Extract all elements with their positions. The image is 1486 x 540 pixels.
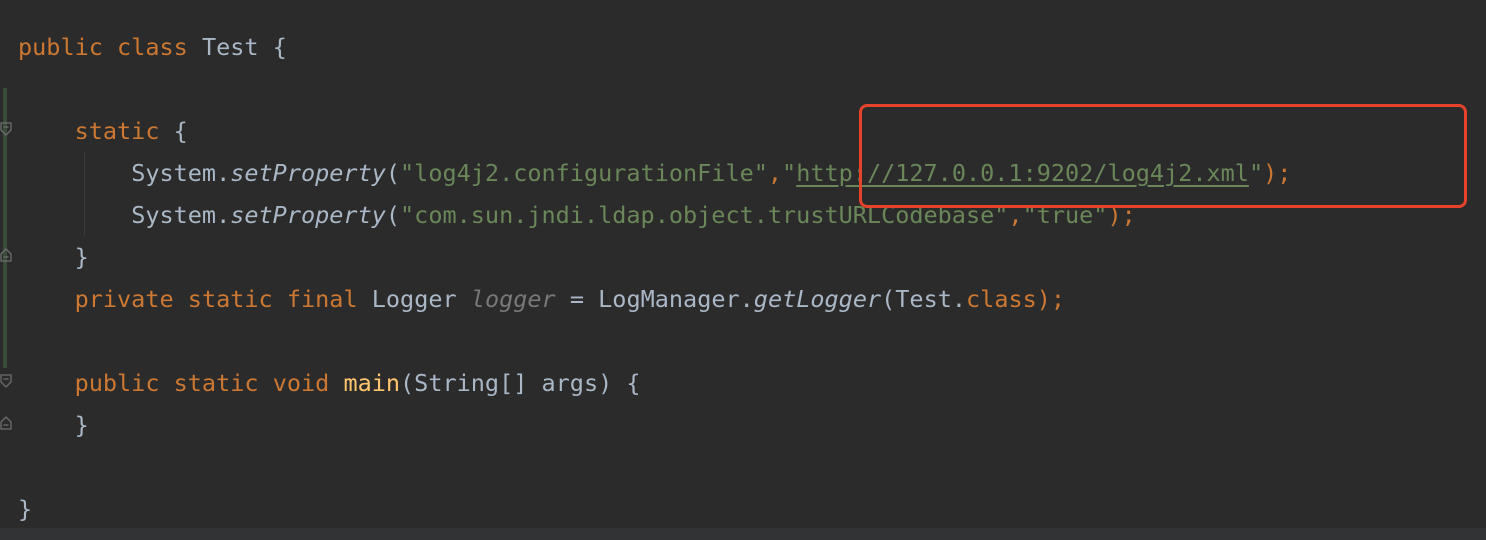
keyword: static <box>173 369 259 397</box>
field-name: logger <box>470 285 556 313</box>
brace: } <box>18 495 33 523</box>
keyword: void <box>272 369 330 397</box>
identifier: System. <box>131 201 231 229</box>
parameters: (String[] args) <box>400 369 613 397</box>
punctuation: ( <box>385 201 401 229</box>
type-name: Logger <box>371 285 457 313</box>
brace: { <box>626 369 641 397</box>
brace: { <box>173 117 188 145</box>
brace: } <box>74 411 89 439</box>
brace: { <box>272 33 287 61</box>
keyword: static <box>187 285 273 313</box>
highlight-annotation-box <box>859 104 1467 208</box>
method-declaration: main <box>343 369 401 397</box>
punctuation: ); <box>1036 285 1066 313</box>
code-line-static-block[interactable]: static { <box>18 110 188 152</box>
code-line-close-static[interactable]: } <box>18 236 89 278</box>
code-line-main-method[interactable]: public static void main(String[] args) { <box>18 362 641 404</box>
keyword: final <box>286 285 358 313</box>
method-call: getLogger <box>753 285 882 313</box>
code-line-close-class[interactable]: } <box>18 488 32 530</box>
identifier: LogManager. <box>598 285 754 313</box>
keyword: static <box>74 117 160 145</box>
horizontal-scrollbar-track[interactable] <box>0 528 1486 540</box>
code-line-logger-field[interactable]: private static final Logger logger = Log… <box>18 278 1065 320</box>
string-quote: " <box>782 159 797 187</box>
punctuation: , <box>767 159 783 187</box>
keyword: public <box>74 369 160 397</box>
operator: = <box>569 285 584 313</box>
code-line-class-declaration[interactable]: public class Test { <box>18 26 287 68</box>
identifier: System. <box>131 159 231 187</box>
keyword: private <box>74 285 174 313</box>
method-call: setProperty <box>230 201 386 229</box>
method-call: setProperty <box>230 159 386 187</box>
keyword: public <box>18 33 103 61</box>
keyword: class <box>966 285 1037 313</box>
string-literal: "log4j2.configurationFile" <box>400 159 768 187</box>
keyword: class <box>117 33 188 61</box>
class-name: Test <box>201 33 259 61</box>
punctuation: ( <box>385 159 401 187</box>
code-area[interactable]: public class Test { static { System.setP… <box>0 0 1486 540</box>
argument: (Test. <box>881 285 967 313</box>
brace: } <box>74 243 89 271</box>
code-editor[interactable]: public class Test { static { System.setP… <box>0 0 1486 540</box>
code-line-close-main[interactable]: } <box>18 404 89 446</box>
